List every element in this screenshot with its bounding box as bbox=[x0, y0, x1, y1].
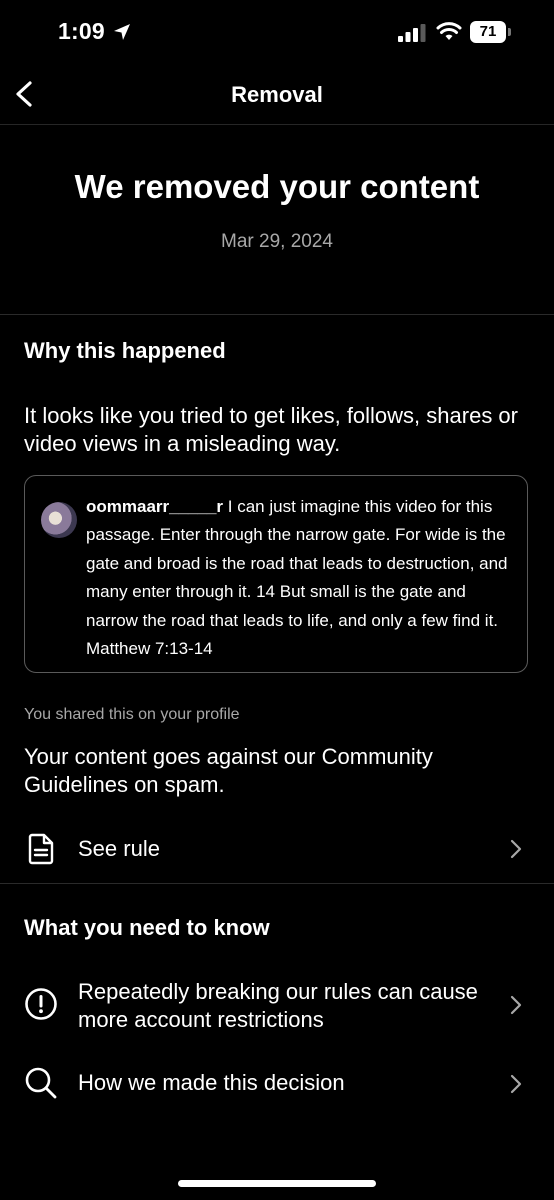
divider bbox=[0, 883, 554, 884]
guidelines-text: Your content goes against our Community … bbox=[24, 744, 433, 797]
removal-date: Mar 29, 2024 bbox=[221, 231, 333, 252]
page-title: Removal bbox=[231, 82, 323, 107]
status-time: 1:09 bbox=[58, 18, 105, 44]
divider bbox=[0, 314, 554, 315]
comment-body: I can just imagine this video for this p… bbox=[86, 497, 508, 659]
signal-bars-icon bbox=[398, 24, 426, 42]
restrictions-row[interactable]: Repeatedly breaking our rules can cause … bbox=[0, 975, 554, 1037]
removal-heading: We removed your content bbox=[74, 168, 480, 205]
wifi-icon bbox=[436, 22, 462, 40]
chevron-right-icon bbox=[510, 1074, 522, 1094]
why-explanation: It looks like you tried to get likes, fo… bbox=[24, 403, 518, 456]
comment-username: oommaarr_____r bbox=[86, 497, 224, 516]
status-bar: 1:09 71 bbox=[0, 0, 554, 66]
know-heading: What you need to know bbox=[24, 915, 270, 940]
home-indicator[interactable] bbox=[178, 1180, 376, 1187]
document-icon bbox=[28, 833, 54, 865]
battery-icon: 71 bbox=[470, 21, 511, 43]
removed-comment-card: oommaarr_____r I can just imagine this v… bbox=[24, 475, 528, 673]
search-icon bbox=[25, 1067, 57, 1099]
nav-bar: Removal bbox=[0, 66, 554, 125]
see-rule-row[interactable]: See rule bbox=[0, 826, 554, 872]
why-heading: Why this happened bbox=[24, 338, 226, 363]
comment-text: oommaarr_____r I can just imagine this v… bbox=[86, 493, 518, 663]
decision-label: How we made this decision bbox=[78, 1070, 345, 1095]
location-arrow-icon bbox=[114, 24, 130, 40]
alert-circle-icon bbox=[25, 988, 57, 1020]
shared-note: You shared this on your profile bbox=[24, 706, 240, 723]
avatar bbox=[41, 502, 77, 538]
chevron-right-icon bbox=[510, 839, 522, 859]
chevron-right-icon bbox=[510, 995, 522, 1015]
decision-row[interactable]: How we made this decision bbox=[0, 1062, 554, 1106]
battery-level: 71 bbox=[479, 23, 497, 40]
see-rule-label: See rule bbox=[78, 836, 160, 861]
restrictions-label: Repeatedly breaking our rules can cause … bbox=[78, 979, 478, 1032]
